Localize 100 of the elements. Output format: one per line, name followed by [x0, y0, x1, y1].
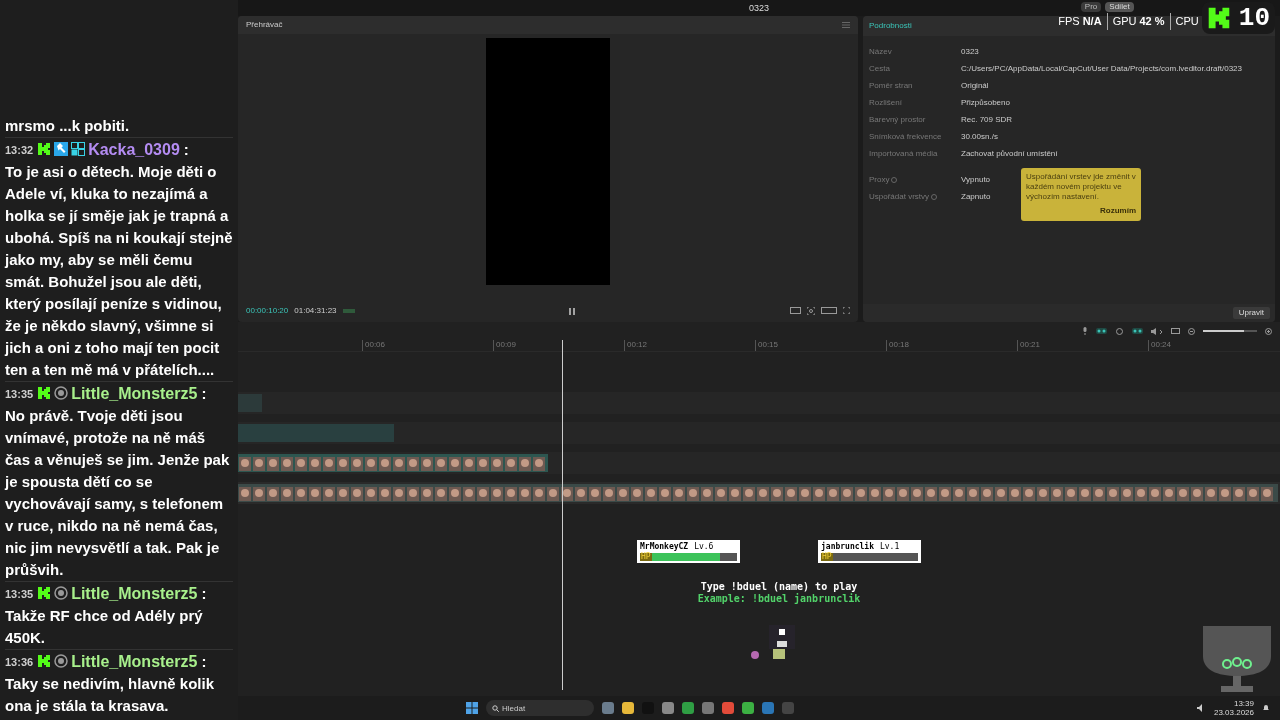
caption-icon[interactable]	[1171, 328, 1180, 334]
message-text: Takže RF chce od Adély prý 450K.	[5, 606, 204, 648]
microphone-icon[interactable]	[1082, 327, 1088, 335]
ruler-label: 00:06	[362, 340, 493, 351]
chat-username: Kacka_0309	[88, 141, 180, 158]
stat-value: 42 %	[1139, 14, 1165, 29]
message-text: To je asi o dětech. Moje děti o Adele ví, kluka to nezajímá a holka se jí směje jak je trapná a ubohá. Spíš na ni koukají stejně jako my, aby se měli čemu smát. Bohužel jsou ale děti, který posílají peníze s vidinou, že je někdo slavný, všimne si jich a oni z toho mají ten pocit ten a ten mě má v přátelích....	[5, 162, 233, 380]
link-icon[interactable]	[1096, 328, 1107, 334]
player-level: Lv.1	[880, 541, 900, 553]
stat-label: FPS	[1058, 14, 1080, 29]
ruler-label: 00:15	[755, 340, 886, 351]
property-value: 0323	[961, 46, 979, 57]
ratio-icon[interactable]	[790, 307, 801, 314]
property-label: Název	[869, 45, 893, 58]
focus-icon[interactable]	[807, 307, 815, 315]
chat-username: Little_Monsterz5	[71, 653, 198, 670]
zoom-out-icon[interactable]	[1188, 327, 1195, 335]
preview-icon[interactable]	[1115, 327, 1124, 335]
ruler-label: 00:21	[1017, 340, 1148, 351]
message-time: 13:35	[5, 388, 34, 400]
og-badge-icon	[71, 142, 86, 156]
kick-logo-icon	[37, 142, 52, 156]
separator: :	[201, 585, 207, 602]
property-label: Rozlišení	[869, 96, 903, 109]
tooltip-text: Uspořádání vrstev jde změnit v každém novém projektu ve výchozím nastavení.	[1026, 172, 1136, 202]
panel-title: Podrobnosti	[869, 20, 912, 32]
notification-icon[interactable]	[1262, 704, 1270, 712]
info-icon[interactable]	[891, 176, 898, 183]
property-label: Poměr stran	[869, 79, 914, 92]
kick-logo-icon	[37, 654, 52, 668]
property-label: Snímková frekvence	[869, 130, 943, 143]
chat-username: Little_Monsterz5	[71, 585, 198, 602]
separator: :	[201, 653, 207, 670]
property-value: Zachovat původní umístění	[961, 148, 1058, 159]
message-time: 13:36	[5, 656, 34, 668]
windows-start-icon[interactable]	[466, 702, 478, 714]
message-text: No právě. Tvoje děti jsou vnímavé, protože na ně máš čas a věnuješ se jim. Jenže pak je spousta dětí co se vychovávají samy, s telefonem v ruce, nikdo na ně nemá čas, nic jim nevysvětlí a tak. Pak je průšvih.	[5, 406, 231, 580]
got-it-button[interactable]: Rozumím	[1100, 205, 1136, 217]
kick-logo-icon	[37, 586, 52, 600]
info-icon[interactable]	[931, 193, 938, 200]
circle-badge-icon	[54, 386, 69, 400]
edit-button[interactable]: Upravit	[1232, 307, 1270, 319]
share-button[interactable]: Sdílet	[1105, 2, 1134, 12]
property-value: 30.00sn./s	[961, 131, 998, 142]
fullscreen-icon[interactable]	[843, 307, 850, 314]
zoom-in-icon[interactable]	[1265, 327, 1272, 335]
player-name: MrMonkeyCZ	[640, 541, 689, 552]
property-value: Vypnuto	[961, 173, 992, 186]
follower-count: 10	[1238, 5, 1270, 31]
property-value: Přizpůsobeno	[961, 97, 1010, 108]
kick-logo-icon	[37, 386, 52, 400]
player-level: Lv.6	[694, 541, 714, 553]
message-text: Taky se nedivím, hlavně kolik ona je stála ta krasava.	[5, 674, 215, 716]
chat-message: mrsmo ...k pobiti.	[5, 116, 131, 136]
property-label: Importovaná média	[869, 147, 939, 160]
clock-date: 23.03.2026	[1213, 708, 1254, 717]
waveform-icon	[342, 308, 355, 314]
hp-label: HP	[821, 553, 833, 561]
video-clip[interactable]	[238, 454, 548, 472]
kick-logo-icon	[1206, 5, 1231, 31]
chat-username: Little_Monsterz5	[71, 385, 198, 402]
player-name: janbrunclik	[821, 541, 874, 552]
property-value: Rec. 709 SDR	[961, 114, 1013, 125]
search-field[interactable]: Hledat	[486, 700, 594, 716]
separator: :	[183, 141, 189, 158]
menu-icon[interactable]	[842, 22, 850, 28]
property-label: Uspořádat vrstvy	[869, 190, 930, 203]
property-label: Cesta	[869, 62, 891, 75]
ruler-label: 00:12	[624, 340, 755, 351]
window-title: 0323	[749, 3, 769, 13]
ruler-label: 00:24	[1148, 340, 1279, 351]
circle-badge-icon	[54, 654, 69, 668]
separator: :	[201, 385, 207, 402]
ruler-label: 00:18	[886, 340, 1017, 351]
snap-icon[interactable]	[1132, 328, 1143, 334]
property-label: Barevný prostor	[869, 113, 927, 126]
search-icon	[492, 704, 499, 712]
property-value: C:/Users/PC/AppData/Local/CapCut/User Data/Projects/com.lveditor.draft/0323	[961, 63, 1242, 74]
video-clip[interactable]	[238, 394, 262, 412]
aspect-icon[interactable]	[821, 307, 837, 314]
message-time: 13:35	[5, 588, 34, 600]
stat-value: N/A	[1082, 14, 1102, 29]
video-clip[interactable]	[238, 484, 1278, 502]
property-label: Proxy	[869, 173, 890, 186]
pro-button[interactable]: Pro	[1080, 2, 1102, 12]
speaker-icon[interactable]	[1151, 327, 1163, 335]
hammer-icon	[54, 142, 69, 156]
total-duration: 01:04:31:23	[294, 305, 337, 317]
hp-label: HP	[640, 553, 652, 561]
circle-badge-icon	[54, 586, 69, 600]
clock-time: 13:39	[1233, 699, 1254, 708]
game-instruction: Type !bduel (name) to play	[700, 581, 858, 593]
message-time: 13:32	[5, 144, 34, 156]
pause-icon[interactable]	[569, 307, 576, 315]
stat-label: GPU	[1112, 14, 1137, 29]
video-clip[interactable]	[238, 424, 394, 442]
stat-label: CPU	[1175, 14, 1199, 29]
property-value: Zapnuto	[961, 190, 992, 203]
panel-title: Přehrávač	[246, 19, 283, 31]
property-value: Originál	[961, 80, 989, 91]
